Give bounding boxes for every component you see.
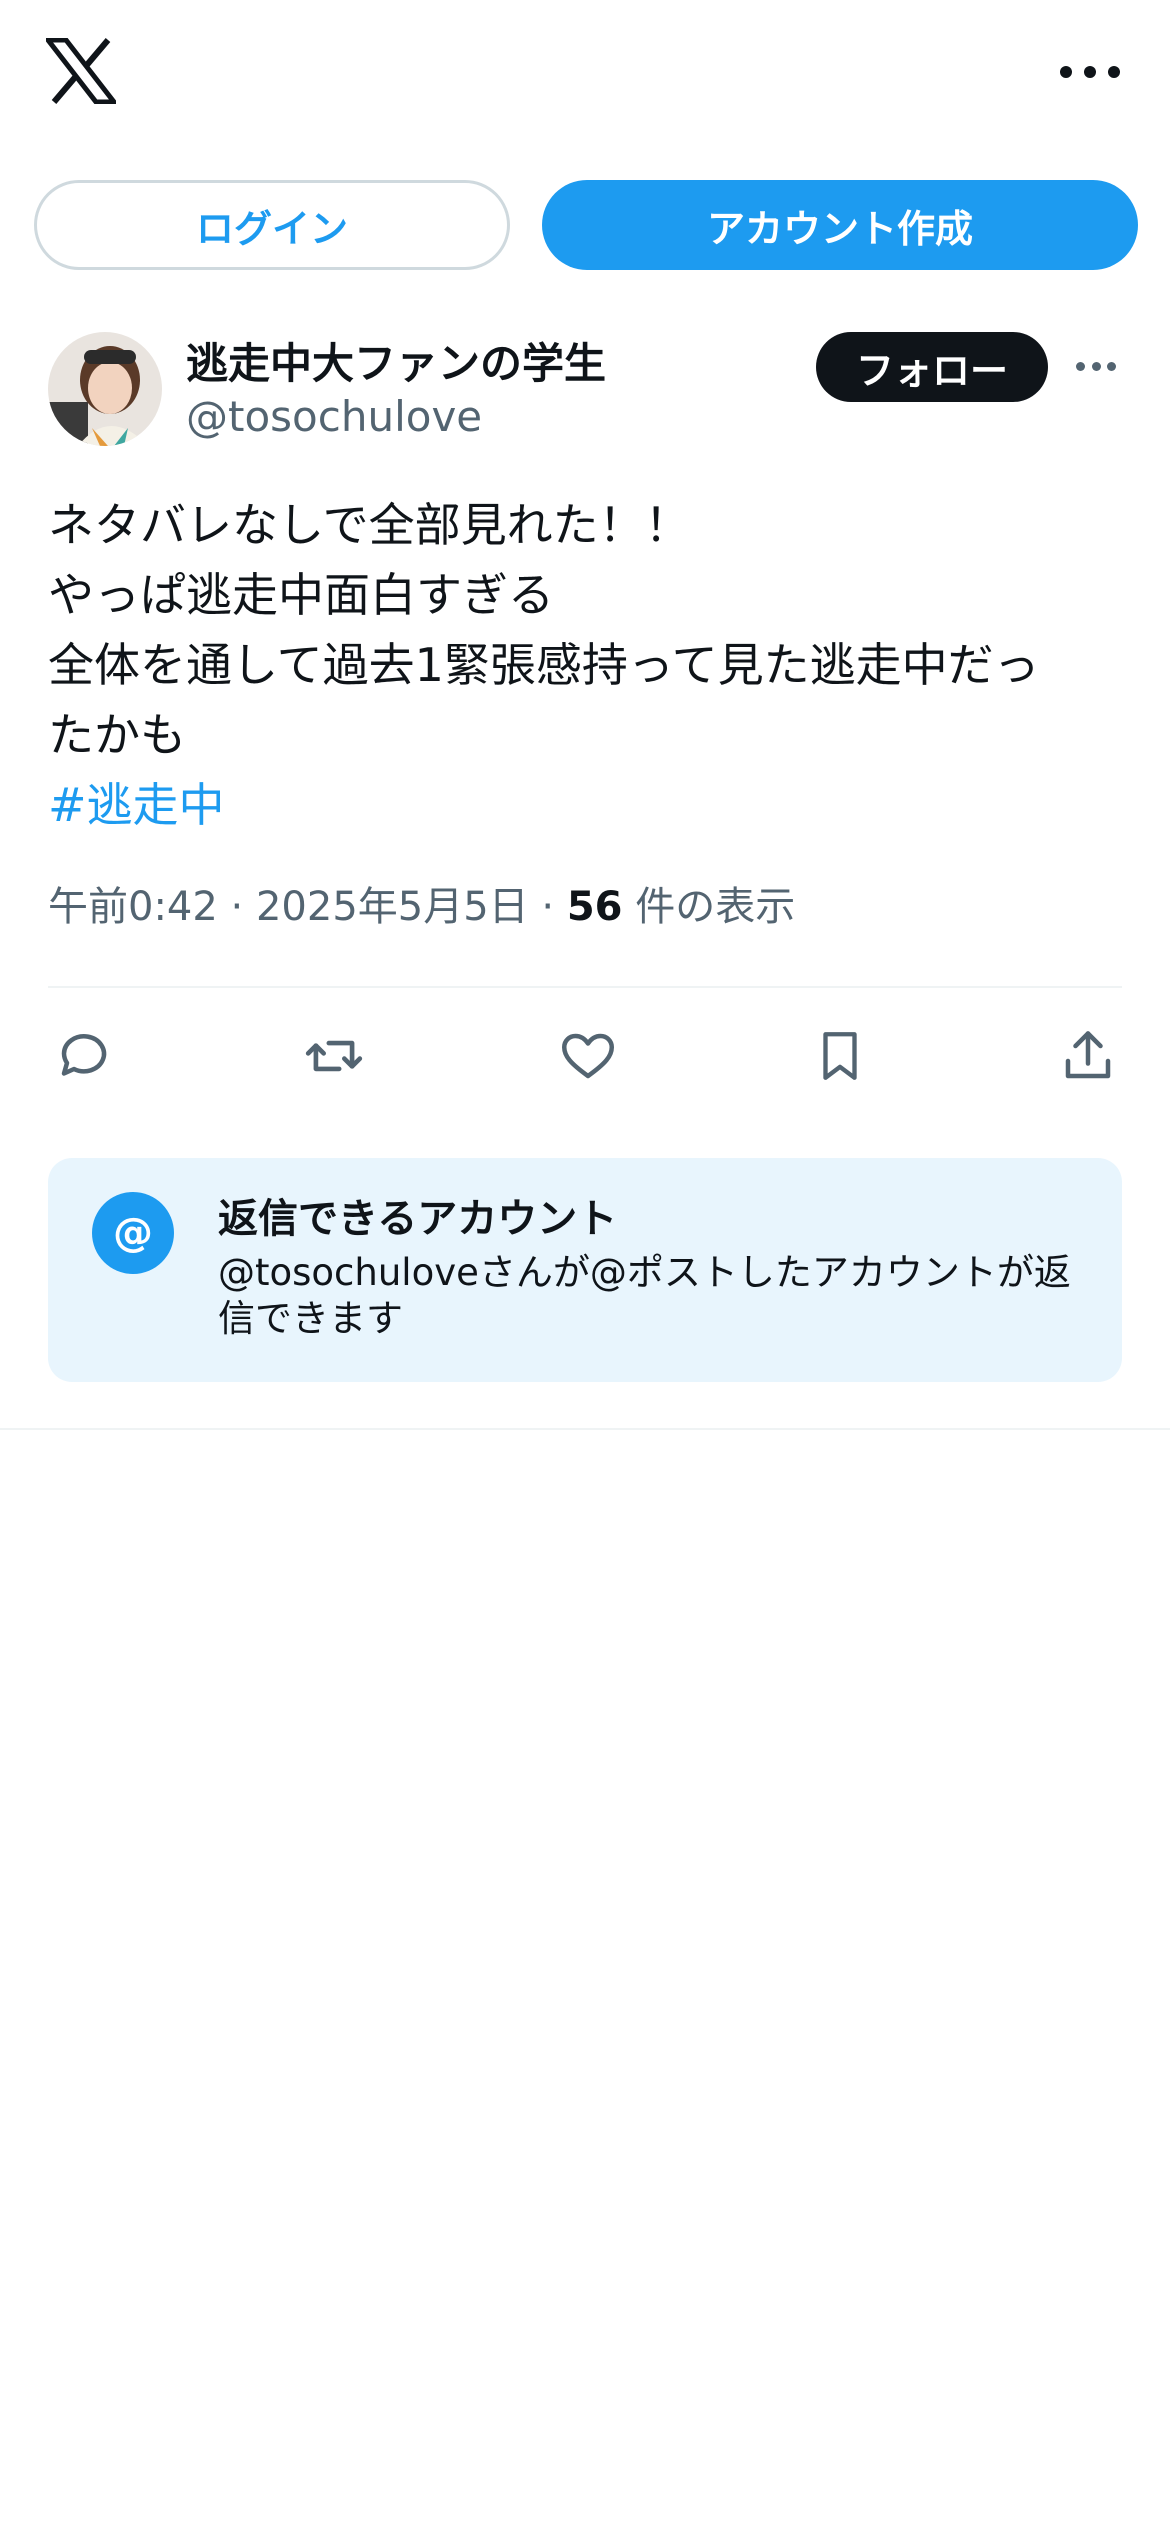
login-button[interactable]: ログイン	[34, 180, 510, 270]
more-horizontal-icon[interactable]	[1060, 58, 1120, 86]
bookmark-icon[interactable]	[804, 1020, 876, 1092]
hashtag-link[interactable]: #逃走中	[48, 770, 1128, 840]
divider	[48, 986, 1122, 988]
views-count: 56	[566, 884, 623, 930]
meta-separator: ·	[541, 884, 555, 930]
reply-restriction-description: @tosochuloveさんが@ポストしたアカウントが返信できます	[218, 1251, 1071, 1340]
reply-icon[interactable]	[48, 1020, 120, 1092]
post-text-line: ネタバレなしで全部見れた！！	[48, 498, 691, 552]
divider	[0, 1428, 1170, 1430]
at-mention-icon: @	[92, 1192, 174, 1274]
action-bar	[48, 1020, 1122, 1092]
x-logo-icon[interactable]	[42, 37, 120, 105]
post-date[interactable]: 2025年5月5日	[256, 884, 529, 930]
post-text-line: たかも	[48, 708, 186, 762]
meta-separator: ·	[230, 884, 244, 930]
post-text-line: 全体を通して過去1緊張感持って見た逃走中だっ	[48, 638, 1040, 692]
reply-restriction-box: @ 返信できるアカウント @tosochuloveさんが@ポストしたアカウントが…	[48, 1158, 1122, 1382]
post-text: ネタバレなしで全部見れた！！ やっぱ逃走中面白すぎる 全体を通して過去1緊張感持…	[48, 490, 1128, 840]
post-time[interactable]: 午前0:42	[48, 884, 218, 930]
repost-icon[interactable]	[298, 1020, 370, 1092]
author-display-name[interactable]: 逃走中大ファンの学生	[186, 330, 606, 391]
avatar[interactable]	[48, 332, 162, 446]
post-text-line: やっぱ逃走中面白すぎる	[48, 568, 554, 622]
post-more-icon[interactable]	[1076, 362, 1116, 374]
reply-restriction-title: 返信できるアカウント	[218, 1196, 618, 1242]
share-icon[interactable]	[1052, 1020, 1124, 1092]
like-icon[interactable]	[552, 1020, 624, 1092]
follow-button[interactable]: フォロー	[816, 332, 1048, 402]
views-label: 件の表示	[635, 884, 796, 930]
top-bar	[0, 0, 1170, 150]
post-meta: 午前0:42 · 2025年5月5日 · 56 件の表示	[48, 874, 795, 932]
create-account-button[interactable]: アカウント作成	[542, 180, 1138, 270]
author-handle[interactable]: @tosochulove	[186, 392, 482, 441]
